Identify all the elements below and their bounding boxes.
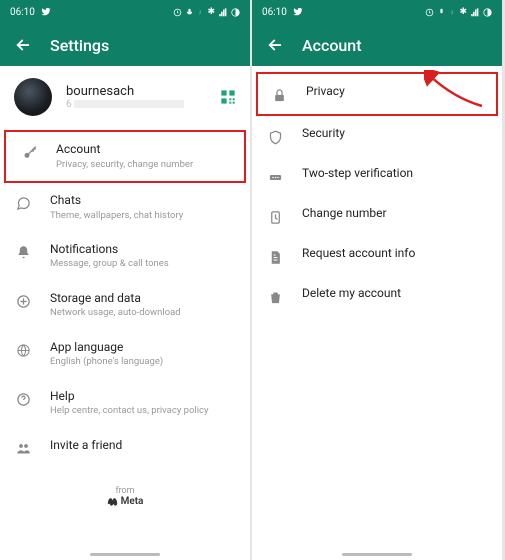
chat-icon [14, 195, 32, 213]
back-icon[interactable] [14, 36, 32, 54]
globe-icon [14, 342, 32, 360]
pin-icon [266, 168, 284, 186]
app-bar-settings: Settings [0, 24, 250, 66]
row-chats[interactable]: ChatsTheme, wallpapers, chat history [0, 183, 250, 232]
bell-icon [14, 244, 32, 262]
row-privacy[interactable]: Privacy [256, 72, 498, 116]
phone-right: 06:10 ✱ Account Privacy Security Two-st [252, 0, 502, 560]
row-sub: Privacy, security, change number [56, 159, 230, 171]
qr-icon[interactable] [220, 89, 236, 105]
doc-icon [266, 248, 284, 266]
page-title: Account [302, 36, 362, 55]
row-delete-account[interactable]: Delete my account [252, 276, 502, 316]
row-label: Account [56, 142, 230, 158]
app-bar-account: Account [252, 24, 502, 66]
row-two-step[interactable]: Two-step verification [252, 156, 502, 196]
data-icon [14, 293, 32, 311]
nav-handle[interactable] [342, 553, 412, 556]
sim-icon [266, 208, 284, 226]
row-storage[interactable]: Storage and dataNetwork usage, auto-down… [0, 281, 250, 330]
row-notifications[interactable]: NotificationsMessage, group & call tones [0, 232, 250, 281]
row-help[interactable]: HelpHelp centre, contact us, privacy pol… [0, 379, 250, 428]
twitter-icon [41, 7, 51, 17]
status-right: ✱ [425, 7, 492, 17]
lock-icon [270, 86, 288, 104]
profile-name: bournesach [66, 84, 206, 99]
row-security[interactable]: Security [252, 116, 502, 156]
phone-left: 06:10 ✱ Settings bournesach 6 Acc [0, 0, 250, 560]
row-request-info[interactable]: Request account info [252, 236, 502, 276]
trash-icon [266, 288, 284, 306]
status-bar: 06:10 ✱ [252, 0, 502, 24]
back-icon[interactable] [266, 36, 284, 54]
settings-list: AccountPrivacy, security, change number … [0, 126, 250, 472]
help-icon [14, 391, 32, 409]
status-time: 06:10 [10, 7, 35, 18]
page-title: Settings [50, 36, 109, 55]
status-right: ✱ [173, 7, 240, 17]
status-bar: 06:10 ✱ [0, 0, 250, 24]
nav-handle[interactable] [90, 553, 160, 556]
row-account[interactable]: AccountPrivacy, security, change number [4, 130, 246, 183]
footer: from Meta [0, 472, 250, 521]
avatar [14, 78, 52, 116]
account-list: Privacy Security Two-step verification C… [252, 66, 502, 320]
key-icon [20, 144, 38, 162]
people-icon [14, 440, 32, 458]
shield-icon [266, 128, 284, 146]
row-invite[interactable]: Invite a friend [0, 428, 250, 468]
profile-sub: 6 [66, 99, 206, 110]
twitter-icon [293, 7, 303, 17]
profile-row[interactable]: bournesach 6 [0, 66, 250, 126]
row-change-number[interactable]: Change number [252, 196, 502, 236]
row-language[interactable]: App languageEnglish (phone's language) [0, 330, 250, 379]
meta-brand: Meta [0, 496, 250, 507]
